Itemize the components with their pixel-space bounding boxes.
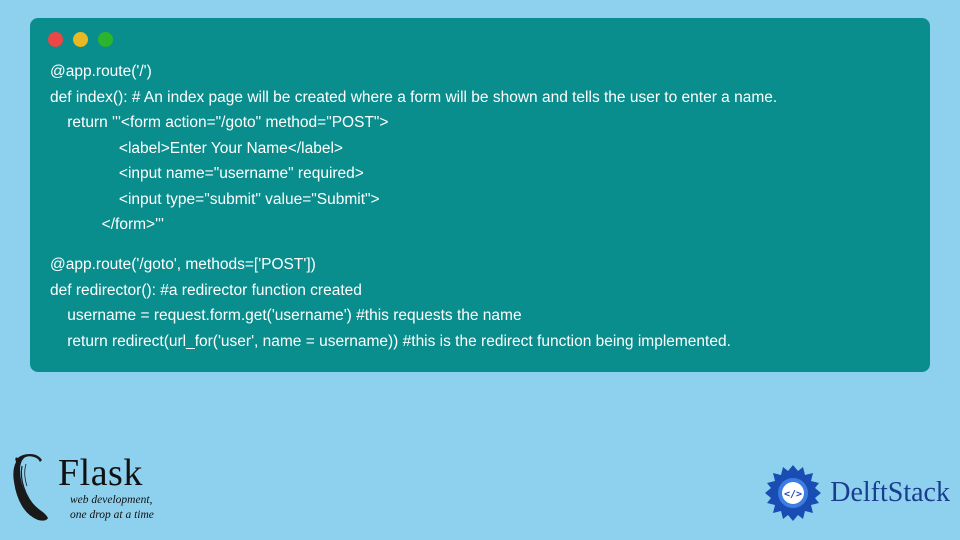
code-line: def index(): # An index page will be cre… xyxy=(50,85,910,111)
delftstack-badge-icon: </> xyxy=(762,462,824,524)
code-line: return redirect(url_for('user', name = u… xyxy=(50,329,910,355)
code-line: <label>Enter Your Name</label> xyxy=(50,136,910,162)
footer: Flask web development, one drop at a tim… xyxy=(0,430,960,530)
delftstack-logo: </> DelftStack xyxy=(762,462,950,524)
svg-text:</>: </> xyxy=(784,489,802,500)
close-icon xyxy=(48,32,63,47)
flask-subtitle-1: web development, xyxy=(70,494,154,507)
code-line: </form>''' xyxy=(50,212,910,238)
flask-text: Flask web development, one drop at a tim… xyxy=(58,454,154,522)
code-window: @app.route('/')def index(): # An index p… xyxy=(30,18,930,372)
flask-title: Flask xyxy=(58,454,154,492)
code-content: @app.route('/')def index(): # An index p… xyxy=(30,55,930,354)
window-controls xyxy=(30,18,930,55)
minimize-icon xyxy=(73,32,88,47)
flask-subtitle-2: one drop at a time xyxy=(70,509,154,522)
maximize-icon xyxy=(98,32,113,47)
delftstack-text: DelftStack xyxy=(830,477,950,509)
code-line: return '''<form action="/goto" method="P… xyxy=(50,110,910,136)
code-line: <input type="submit" value="Submit"> xyxy=(50,187,910,213)
flask-logo: Flask web development, one drop at a tim… xyxy=(8,452,154,524)
code-line: <input name="username" required> xyxy=(50,161,910,187)
flask-horn-icon xyxy=(8,452,52,524)
code-line: def redirector(): #a redirector function… xyxy=(50,278,910,304)
code-line: @app.route('/goto', methods=['POST']) xyxy=(50,252,910,278)
code-line: @app.route('/') xyxy=(50,59,910,85)
code-line: username = request.form.get('username') … xyxy=(50,303,910,329)
